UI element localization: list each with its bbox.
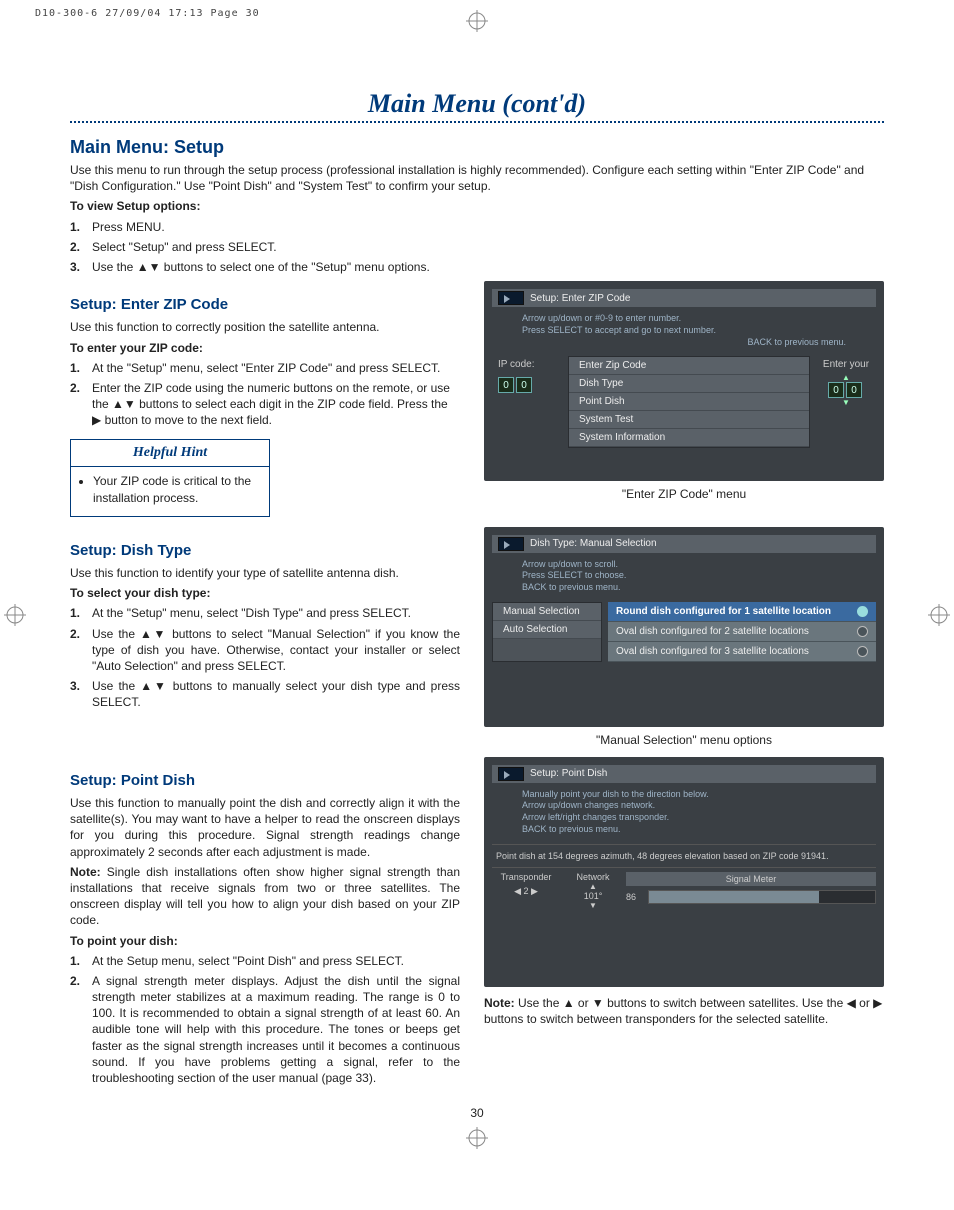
zip-label: To enter your ZIP code: xyxy=(70,341,203,355)
dotted-rule xyxy=(70,121,884,123)
main-steps: 1.Press MENU. 2.Select "Setup" and press… xyxy=(70,219,884,276)
dish-steps: 1.At the "Setup" menu, select "Dish Type… xyxy=(70,605,460,710)
point-steps: 1.At the Setup menu, select "Point Dish"… xyxy=(70,953,460,1087)
below-note: Use the ▲ or ▼ buttons to switch between… xyxy=(484,996,882,1026)
radio-selected-icon xyxy=(857,606,868,617)
radio-icon xyxy=(857,626,868,637)
point-note-label: Note: xyxy=(70,865,101,879)
zip-caption: "Enter ZIP Code" menu xyxy=(484,487,884,501)
hint-body: Your ZIP code is critical to the install… xyxy=(93,473,259,505)
point-heading: Setup: Point Dish xyxy=(70,771,460,791)
registration-mark-bottom xyxy=(466,1127,488,1154)
directv-logo-icon xyxy=(498,291,524,305)
section-heading-main: Main Menu: Setup xyxy=(70,137,884,158)
dish-heading: Setup: Dish Type xyxy=(70,541,460,561)
main-intro: Use this menu to run through the setup p… xyxy=(70,162,884,194)
point-screenshot: Setup: Point Dish Manually point your di… xyxy=(484,757,884,987)
dish-label: To select your dish type: xyxy=(70,586,210,600)
point-note-body: Single dish installations often show hig… xyxy=(70,865,460,928)
zip-heading: Setup: Enter ZIP Code xyxy=(70,295,460,315)
zip-steps: 1.At the "Setup" menu, select "Enter ZIP… xyxy=(70,360,460,429)
directv-logo-icon xyxy=(498,537,524,551)
zip-intro: Use this function to correctly position … xyxy=(70,319,460,335)
page-number: 30 xyxy=(70,1106,884,1120)
directv-logo-icon xyxy=(498,767,524,781)
zip-screenshot: Setup: Enter ZIP Code Arrow up/down or #… xyxy=(484,281,884,481)
page-title: Main Menu (cont'd) xyxy=(70,89,884,119)
dish-screenshot: Dish Type: Manual Selection Arrow up/dow… xyxy=(484,527,884,727)
below-note-label: Note: xyxy=(484,996,515,1010)
dish-caption: "Manual Selection" menu options xyxy=(484,733,884,747)
point-intro: Use this function to manually point the … xyxy=(70,795,460,860)
helpful-hint-box: Helpful Hint Your ZIP code is critical t… xyxy=(70,439,270,517)
hint-title: Helpful Hint xyxy=(71,440,269,468)
radio-icon xyxy=(857,646,868,657)
point-label: To point your dish: xyxy=(70,934,178,948)
view-setup-label: To view Setup options: xyxy=(70,199,200,213)
dish-intro: Use this function to identify your type … xyxy=(70,565,460,581)
signal-meter-bar xyxy=(648,890,876,904)
